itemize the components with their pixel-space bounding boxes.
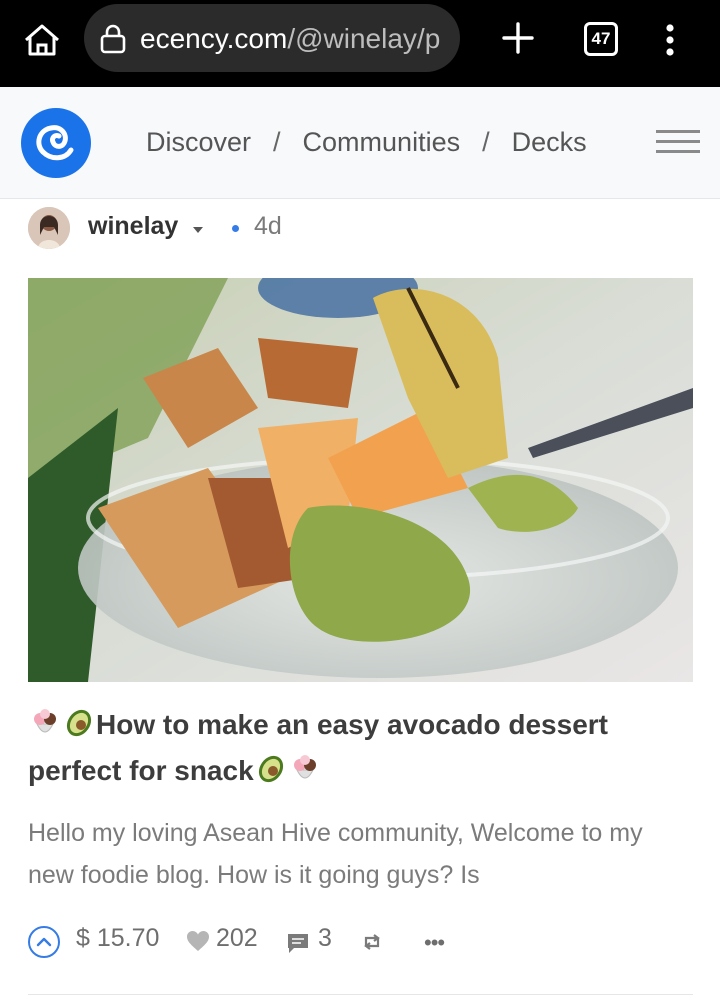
post-summary[interactable]: Hello my loving Asean Hive community, We… — [28, 812, 688, 896]
caret-down-icon[interactable] — [193, 227, 203, 233]
browser-toolbar: ecency.com/@winelay/p 47 — [0, 0, 720, 87]
post-actions: $ 15.70 202 3 ••• — [28, 922, 708, 958]
ice-cream-icon — [34, 709, 56, 733]
url-host: ecency.com — [140, 23, 288, 54]
post-age: 4d — [254, 212, 282, 240]
more-vert-icon[interactable] — [660, 20, 680, 60]
post-author-row: winelay 4d — [28, 207, 708, 249]
separator-dot — [232, 225, 239, 232]
tab-count-button[interactable]: 47 — [584, 22, 618, 56]
post-title[interactable]: How to make an easy avocado dessert perf… — [28, 702, 688, 794]
url-path: /@winelay/p — [287, 23, 441, 54]
nav-decks[interactable]: Decks — [512, 127, 587, 158]
home-icon[interactable] — [22, 20, 62, 60]
nav-separator: / — [482, 127, 490, 157]
lock-icon — [100, 24, 126, 54]
likes-count[interactable]: 202 — [216, 924, 258, 953]
ecency-logo[interactable] — [21, 108, 91, 178]
payout-value[interactable]: $ 15.70 — [76, 924, 159, 953]
upvote-button[interactable] — [28, 926, 60, 958]
avatar[interactable] — [28, 207, 70, 249]
comments-count[interactable]: 3 — [318, 924, 332, 953]
avocado-icon — [258, 755, 283, 783]
more-horiz-icon[interactable]: ••• — [424, 930, 445, 956]
nav-separator: / — [273, 127, 281, 157]
url-text: ecency.com/@winelay/p — [140, 23, 452, 55]
breadcrumb-nav: Discover / Communities / Decks — [146, 127, 587, 158]
ice-cream-icon — [293, 755, 316, 779]
divider — [28, 994, 693, 995]
site-header: Discover / Communities / Decks — [0, 87, 720, 199]
nav-communities[interactable]: Communities — [303, 127, 461, 158]
reblog-icon[interactable] — [360, 930, 384, 954]
nav-discover[interactable]: Discover — [146, 127, 251, 158]
heart-icon[interactable] — [186, 930, 210, 952]
chevron-up-icon — [36, 937, 52, 947]
post-image[interactable] — [28, 278, 693, 682]
plus-icon[interactable] — [500, 20, 536, 56]
avocado-icon — [66, 709, 92, 737]
comment-icon[interactable] — [286, 932, 310, 954]
author-name[interactable]: winelay — [88, 212, 178, 241]
hamburger-menu-icon[interactable] — [656, 130, 700, 154]
url-bar[interactable]: ecency.com/@winelay/p — [84, 4, 460, 72]
